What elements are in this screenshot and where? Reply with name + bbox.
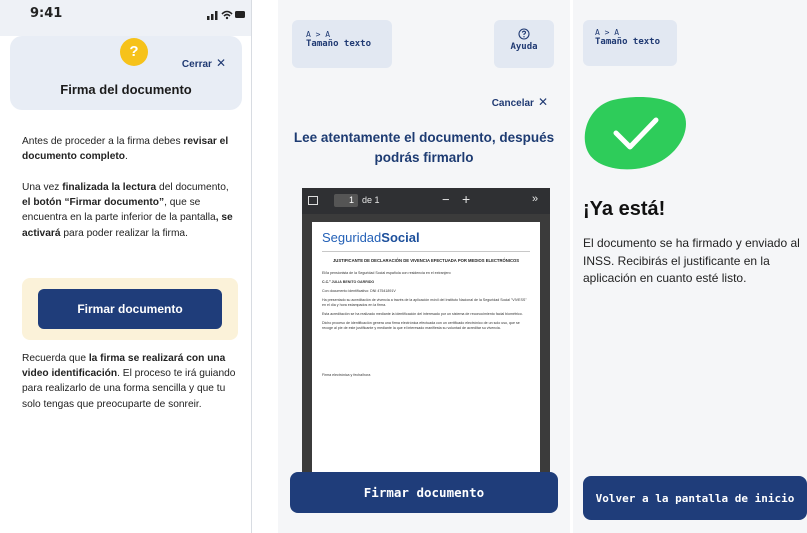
- logo-text: Seguridad: [322, 230, 382, 245]
- sign-document-button[interactable]: Firmar documento: [290, 472, 558, 513]
- text-size-button[interactable]: A > A Tamaño texto: [583, 20, 677, 66]
- help-button[interactable]: Ayuda: [494, 20, 554, 68]
- seguridad-social-logo: SeguridadSocial: [322, 230, 530, 245]
- text-segment: Antes de proceder a la firma debes: [22, 136, 184, 147]
- page-count: de 1: [362, 195, 380, 205]
- cancel-button[interactable]: Cancelar ✕: [492, 95, 548, 109]
- text-size-button[interactable]: A > A Tamaño texto: [292, 20, 392, 68]
- text-segment: .: [125, 151, 128, 163]
- more-tools-button[interactable]: »: [532, 193, 538, 205]
- sign-document-button[interactable]: Firmar documento: [38, 289, 222, 329]
- text-segment: Una vez: [22, 182, 63, 193]
- document-line: Esta acreditación se ha realizado median…: [322, 312, 523, 316]
- document-review-screen: A > A Tamaño texto Ayuda Cancelar ✕ Lee a…: [278, 0, 570, 533]
- document-line: Dicho proceso de identificación genera u…: [322, 321, 520, 330]
- close-icon: ✕: [537, 95, 548, 109]
- panel-divider: [251, 0, 252, 533]
- text-size-label: Tamaño texto: [306, 39, 372, 49]
- page-title: Lee atentamente el documento, después po…: [293, 130, 555, 165]
- checkmark-icon: [584, 96, 686, 170]
- document-line: Con documento identificativo: DNI 475418…: [322, 289, 396, 293]
- dialog-title: Firma del documento: [60, 82, 192, 97]
- system-status-icons: [207, 10, 245, 20]
- text-segment: Recuerda que: [22, 353, 89, 364]
- text-size-label: Tamaño texto: [595, 37, 661, 47]
- dialog-header: ? Cerrar ✕ Firma del documento: [10, 36, 242, 110]
- reading-paragraph: Una vez finalizada la lectura del docume…: [22, 180, 238, 241]
- status-time: 9:41: [30, 6, 63, 21]
- pdf-viewer[interactable]: de 1 − + » SeguridadSocial JUSTIFICANTE …: [302, 188, 550, 488]
- document-title: JUSTIFICANTE DE DECLARACIÓN DE VIVENCIA …: [332, 258, 520, 263]
- help-label: Ayuda: [510, 42, 538, 52]
- help-icon[interactable]: ?: [120, 38, 148, 66]
- document-page: SeguridadSocial JUSTIFICANTE DE DECLARAC…: [312, 222, 540, 488]
- status-bar: 9:41: [0, 0, 252, 36]
- close-icon: ✕: [215, 56, 226, 70]
- document-line: Firma electrónica y fecha/hora: [322, 373, 371, 377]
- document-line: El/la pensionista de la Seguridad Social…: [322, 271, 451, 275]
- logo-text-bold: Social: [381, 230, 420, 245]
- text-bold: finalizada la lectura: [62, 182, 157, 193]
- text-size-icon: A > A: [306, 30, 331, 39]
- zoom-in-button[interactable]: +: [462, 191, 470, 207]
- success-message: El documento se ha firmado y enviado al …: [583, 236, 800, 285]
- document-line: Ha presentado su acreditación de vivenci…: [322, 298, 527, 307]
- cancel-label: Cancelar: [491, 98, 534, 109]
- success-title: ¡Ya está!: [583, 198, 666, 220]
- signature-info-screen: 9:41 ? Cerrar ✕ Firma del documento Antes…: [0, 0, 252, 533]
- document-line: C.C.º JULIA BENITO GARRIDO: [322, 280, 375, 284]
- pdf-toolbar: de 1 − + »: [302, 188, 550, 214]
- divider: [322, 251, 530, 252]
- text-segment: del documento,: [156, 182, 229, 193]
- instruction-paragraph: Antes de proceder a la firma debes revis…: [22, 134, 238, 164]
- page-number-input[interactable]: [334, 194, 358, 207]
- video-id-paragraph: Recuerda que la firma se realizará con u…: [22, 351, 238, 412]
- zoom-out-button[interactable]: −: [442, 192, 450, 207]
- text-segment: para poder realizar la firma.: [60, 227, 188, 239]
- text-size-icon: A > A: [595, 28, 620, 37]
- close-label: Cerrar: [181, 59, 212, 70]
- close-button[interactable]: Cerrar ✕: [182, 56, 226, 70]
- success-screen: A > A Tamaño texto ¡Ya está! El document…: [573, 0, 807, 533]
- back-home-button[interactable]: Volver a la pantalla de inicio: [583, 476, 807, 520]
- sidebar-toggle-icon[interactable]: [308, 196, 318, 205]
- help-circle-icon: [518, 28, 530, 40]
- text-bold: el botón “Firmar documento”: [22, 197, 165, 209]
- sign-button-container: Firmar documento: [22, 278, 238, 340]
